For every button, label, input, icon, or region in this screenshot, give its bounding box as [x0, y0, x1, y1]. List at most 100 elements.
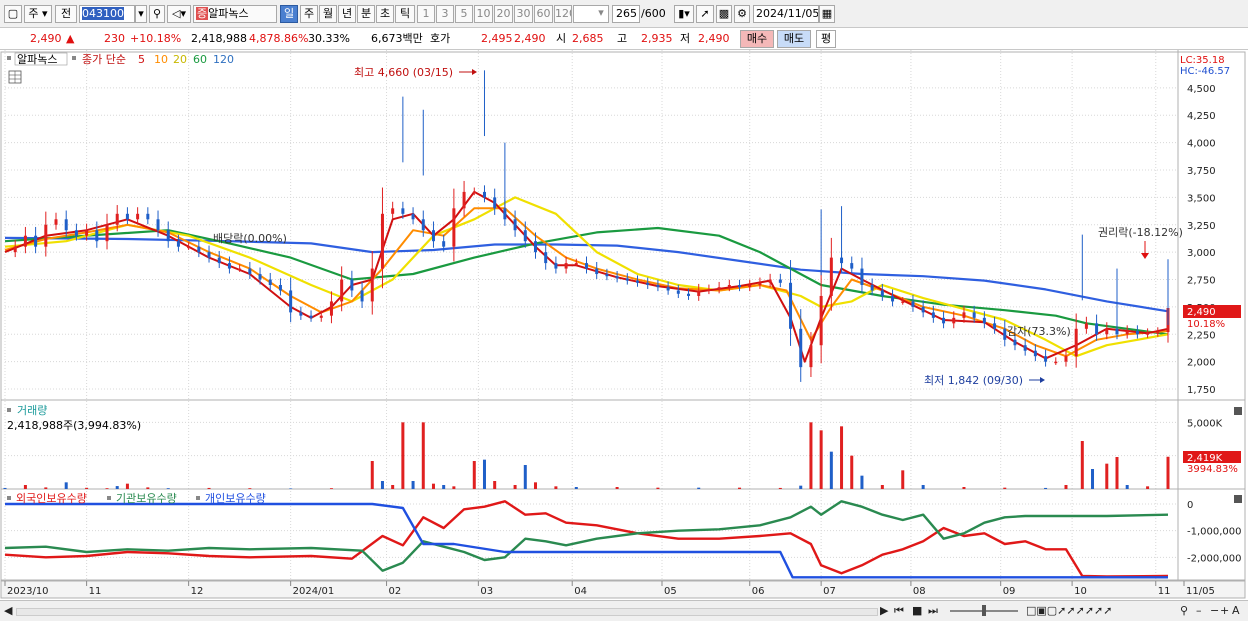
candle-body	[13, 246, 17, 253]
volume-bar	[533, 482, 537, 489]
draw-tool-icon[interactable]: ➚	[696, 5, 714, 23]
volume-bar	[656, 487, 660, 489]
candle-body	[758, 282, 762, 285]
interval-1-button[interactable]: 1	[417, 5, 435, 23]
quote-info-bar: 2,490 ▲ 230 +10.18% 2,418,988 4,878.86% …	[0, 28, 1248, 50]
count-total: /600	[641, 7, 666, 20]
volume-bar	[207, 487, 211, 489]
price-tick-label: 1,750	[1187, 385, 1216, 396]
stop-icon[interactable]: ■	[912, 604, 922, 617]
toolbar: ▢ 주 ▾ 전 043100 ▾ ⚲ ◁▾ 증알파녹스 일 주 월 년 분 초 …	[0, 0, 1248, 28]
scroll-right-icon[interactable]: ▶	[880, 604, 888, 617]
gear-icon[interactable]: ⚙	[734, 5, 750, 23]
candle-body	[503, 208, 507, 220]
legend-bullet-icon	[7, 408, 11, 412]
volume-bar	[615, 487, 619, 489]
stock-chart[interactable]: 4,500 4,250 4,000 3,750 3,500 3,250 3,000 2,750…	[0, 50, 1248, 600]
price-tick-label: 3,750	[1187, 166, 1216, 177]
forward-icon[interactable]: ⏭	[928, 604, 938, 618]
candle-body	[666, 287, 670, 291]
scroll-left-icon[interactable]: ◀	[4, 604, 12, 617]
count-input[interactable]: 265	[612, 5, 640, 23]
candle-body	[799, 328, 803, 368]
text-size-icon[interactable]: A	[1232, 604, 1240, 617]
minus-icon[interactable]: −	[1210, 604, 1219, 617]
ma-legend-label: 종가 단순	[82, 53, 126, 66]
candle-body	[891, 295, 895, 302]
interval-30-button[interactable]: 30	[514, 5, 533, 23]
tool-icons[interactable]: □▣▢➚➚➚➚➚➚	[1026, 604, 1112, 617]
hc-label: HC:-46.57	[1180, 66, 1230, 77]
buy-button[interactable]: 매수	[740, 30, 774, 48]
interval-dropdown-icon[interactable]: ▾	[594, 5, 608, 23]
market-select[interactable]: 주 ▾	[24, 5, 52, 23]
lc-label: LC:35.18	[1180, 55, 1225, 66]
price-pane-title: 알파녹스	[17, 52, 57, 66]
code-dropdown-icon[interactable]: ▾	[135, 5, 147, 23]
volume-bar	[850, 455, 854, 489]
prev-button[interactable]: 전	[55, 5, 77, 23]
interval-120-button[interactable]: 120	[554, 5, 572, 23]
plus-icon[interactable]: +	[1220, 604, 1229, 617]
holdings-pane-close-icon[interactable]	[1234, 495, 1242, 503]
volume: 2,418,988	[191, 32, 247, 45]
candle-body	[54, 219, 58, 225]
interval-20-button[interactable]: 20	[494, 5, 513, 23]
interval-60-button[interactable]: 60	[534, 5, 553, 23]
candle-body	[829, 257, 833, 296]
volume-bar	[1091, 469, 1095, 489]
period-tick-button[interactable]: 틱	[395, 5, 415, 23]
open-price: 2,685	[572, 32, 604, 45]
stock-name-field[interactable]: 증알파녹스	[193, 5, 277, 23]
interval-5-button[interactable]: 5	[455, 5, 473, 23]
candle-body	[533, 241, 537, 253]
search-icon[interactable]: ⚲	[149, 5, 165, 23]
period-month-button[interactable]: 월	[319, 5, 337, 23]
date-input[interactable]: 2024/11/05	[753, 5, 819, 23]
volume-axis: 5,000K	[1187, 418, 1223, 429]
candle-body	[34, 235, 38, 247]
candle-type-icon[interactable]: ▮▾	[674, 5, 694, 23]
stock-name: 알파녹스	[208, 7, 249, 20]
calendar-icon[interactable]: ▦	[819, 5, 835, 23]
legend-bullet-icon	[7, 496, 11, 500]
candle-body	[809, 345, 813, 368]
last-change-label: 10.18%	[1187, 319, 1225, 330]
interval-10-button[interactable]: 10	[474, 5, 493, 23]
zoom-slider-handle[interactable]	[982, 605, 986, 616]
candle-body	[340, 279, 344, 302]
sell-button[interactable]: 매도	[777, 30, 811, 48]
candle-body	[850, 263, 854, 269]
speaker-icon[interactable]: ◁▾	[167, 5, 191, 23]
candle-body	[146, 213, 150, 220]
period-second-button[interactable]: 초	[376, 5, 394, 23]
horizontal-scrollbar[interactable]	[16, 608, 878, 616]
candle-body	[1074, 328, 1078, 357]
period-minute-button[interactable]: 분	[357, 5, 375, 23]
volume-bar	[1064, 485, 1068, 489]
candle-body	[309, 315, 313, 318]
turnover: 30.33%	[308, 32, 350, 45]
zoom-out-icon[interactable]: –	[1196, 604, 1202, 617]
chart-window-icon[interactable]: ▢	[4, 5, 22, 23]
candle-body	[778, 279, 782, 283]
volume-bar	[248, 488, 252, 489]
volume-bar	[880, 485, 884, 489]
stock-code-input[interactable]: 043100	[79, 5, 135, 23]
volume-bar	[85, 487, 89, 489]
volume-pane-close-icon[interactable]	[1234, 407, 1242, 415]
period-year-button[interactable]: 년	[338, 5, 356, 23]
eval-button[interactable]: 평	[816, 30, 836, 48]
interval-3-button[interactable]: 3	[436, 5, 454, 23]
volume-bar	[809, 422, 813, 489]
save-icon[interactable]: ▩	[716, 5, 732, 23]
candle-body	[727, 285, 731, 288]
candle-body	[401, 208, 405, 214]
candle-body	[789, 282, 793, 329]
up-arrow-icon: ▲	[66, 32, 75, 45]
candle-body	[860, 268, 864, 285]
period-day-button[interactable]: 일	[280, 5, 298, 23]
zoom-in-icon[interactable]: ⚲	[1180, 604, 1188, 617]
period-week-button[interactable]: 주	[300, 5, 318, 23]
rewind-icon[interactable]: ⏮	[894, 604, 904, 618]
